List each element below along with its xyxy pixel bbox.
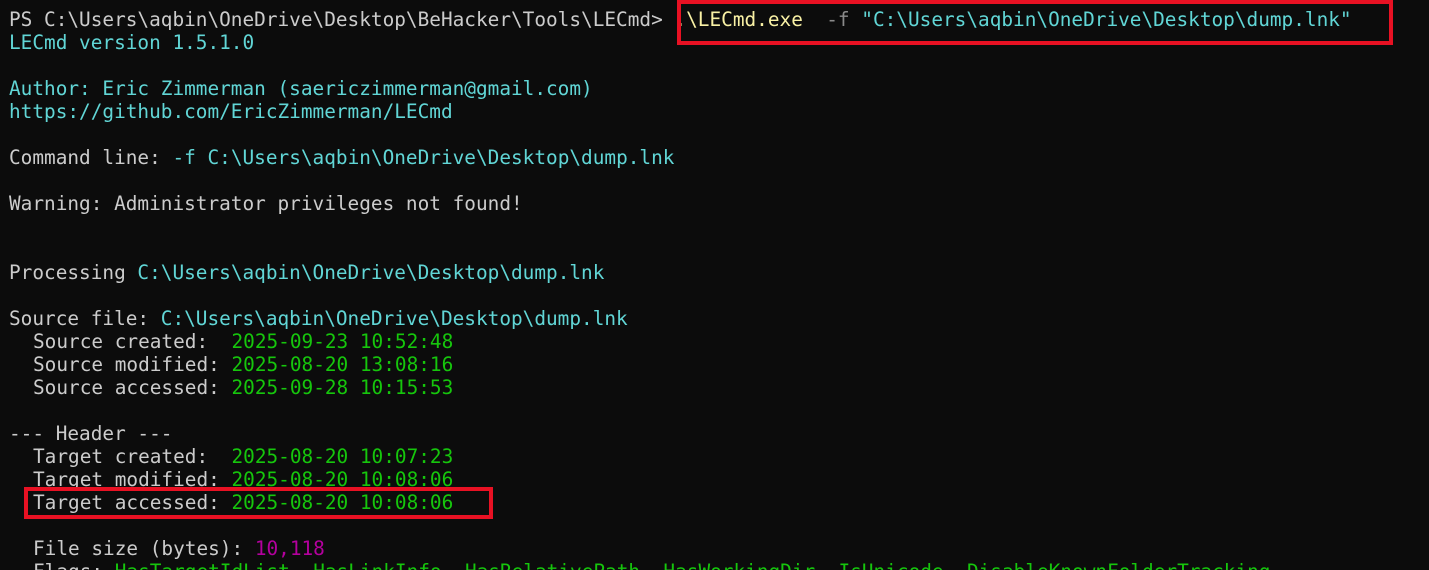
- command-argument: "C:\Users\aqbin\OneDrive\Desktop\dump.ln…: [861, 8, 1352, 31]
- source-modified-line: Source modified: 2025-08-20 13:08:16: [33, 353, 453, 376]
- source-file-line: Source file: C:\Users\aqbin\OneDrive\Des…: [9, 307, 628, 330]
- command-line: Command line: -f C:\Users\aqbin\OneDrive…: [9, 146, 674, 169]
- target-accessed-value: 2025-08-20 10:08:06: [231, 491, 454, 514]
- warning-line: Warning: Administrator privileges not fo…: [9, 192, 523, 215]
- source-created-value: 2025-09-23 10:52:48: [231, 330, 454, 353]
- target-created-label: Target created:: [33, 445, 232, 468]
- url-line: https://github.com/EricZimmerman/LECmd: [9, 100, 453, 123]
- target-modified-label: Target modified:: [33, 468, 232, 491]
- command-flag: -f: [826, 8, 850, 31]
- header-title: --- Header ---: [9, 422, 173, 445]
- target-modified-line: Target modified: 2025-08-20 10:08:06: [33, 468, 453, 491]
- flags-label: Flags:: [33, 560, 115, 570]
- file-size-label: File size (bytes):: [33, 537, 255, 560]
- source-file-label: Source file:: [9, 307, 161, 330]
- flags-value: HasTargetIdList, HasLinkInfo, HasRelativ…: [115, 560, 1271, 570]
- flags-line: Flags: HasTargetIdList, HasLinkInfo, Has…: [33, 560, 1270, 570]
- target-modified-value: 2025-08-20 10:08:06: [231, 468, 454, 491]
- source-modified-label: Source modified:: [33, 353, 232, 376]
- target-accessed-label: Target accessed:: [33, 491, 232, 514]
- source-accessed-label: Source accessed:: [33, 376, 232, 399]
- terminal-window[interactable]: PS C:\Users\aqbin\OneDrive\Desktop\BeHac…: [0, 0, 1429, 570]
- target-accessed-line: Target accessed: 2025-08-20 10:08:06: [33, 491, 453, 514]
- command-exe: .\LECmd.exe: [674, 8, 803, 31]
- file-size-value: 10,118: [254, 537, 325, 560]
- source-modified-value: 2025-08-20 13:08:16: [231, 353, 454, 376]
- processing-path: C:\Users\aqbin\OneDrive\Desktop\dump.lnk: [137, 261, 605, 284]
- source-file-path: C:\Users\aqbin\OneDrive\Desktop\dump.lnk: [160, 307, 628, 330]
- prompt-line: PS C:\Users\aqbin\OneDrive\Desktop\BeHac…: [9, 8, 1352, 31]
- author-line: Author: Eric Zimmerman (saericzimmerman@…: [9, 77, 593, 100]
- command-line-label: Command line:: [9, 146, 173, 169]
- prompt-path: PS C:\Users\aqbin\OneDrive\Desktop\BeHac…: [9, 8, 663, 31]
- source-created-label: Source created:: [33, 330, 232, 353]
- processing-line: Processing C:\Users\aqbin\OneDrive\Deskt…: [9, 261, 604, 284]
- source-created-line: Source created: 2025-09-23 10:52:48: [33, 330, 453, 353]
- version-line: LECmd version 1.5.1.0: [9, 31, 255, 54]
- processing-label: Processing: [9, 261, 138, 284]
- target-created-line: Target created: 2025-08-20 10:07:23: [33, 445, 453, 468]
- command-line-value: -f C:\Users\aqbin\OneDrive\Desktop\dump.…: [172, 146, 675, 169]
- file-size-line: File size (bytes): 10,118: [33, 537, 325, 560]
- source-accessed-line: Source accessed: 2025-09-28 10:15:53: [33, 376, 453, 399]
- target-created-value: 2025-08-20 10:07:23: [231, 445, 454, 468]
- source-accessed-value: 2025-09-28 10:15:53: [231, 376, 454, 399]
